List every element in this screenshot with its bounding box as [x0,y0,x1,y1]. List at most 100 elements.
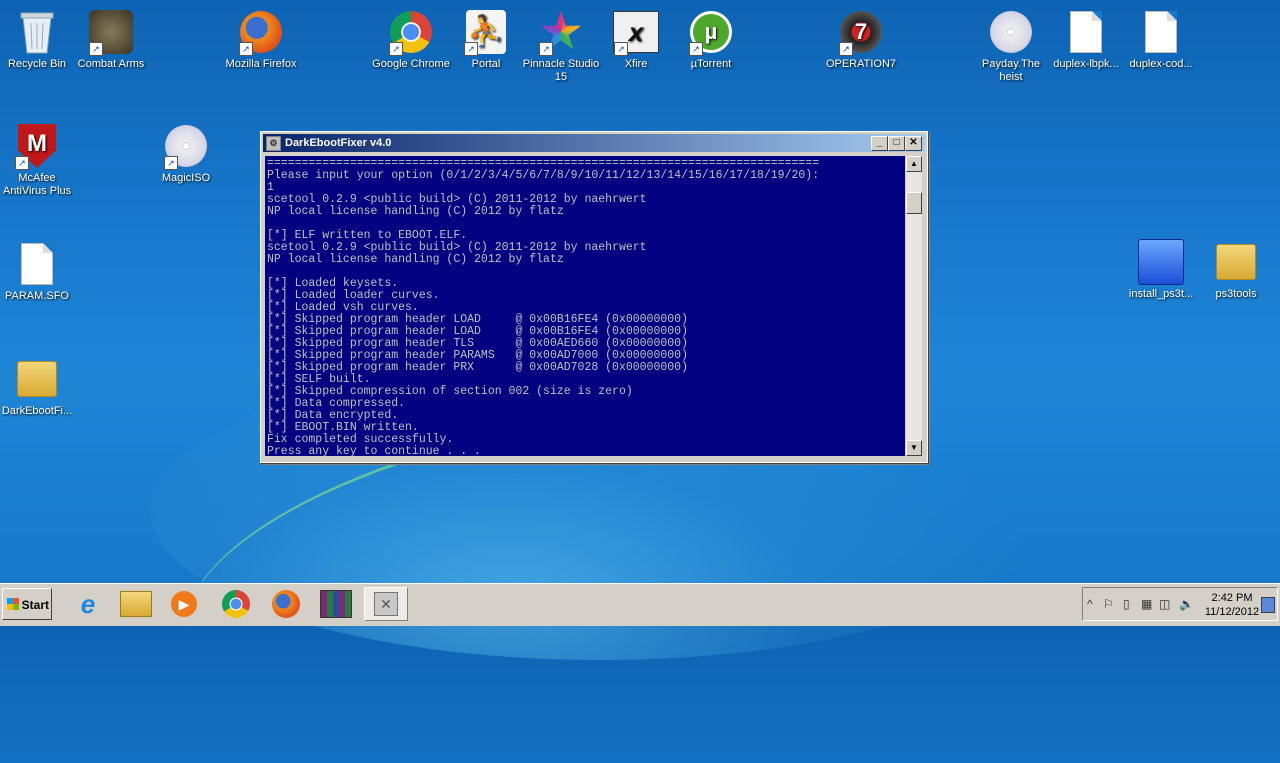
console-line: Press any key to continue . . . [267,445,481,457]
mcafee-icon: M ↗ [13,122,61,170]
close-button[interactable]: ✕ [905,136,922,151]
safely-remove-icon[interactable]: ◫ [1159,597,1170,611]
icon-label: McAfee AntiVirus Plus [2,172,72,197]
combat-arms-icon: ↗ [87,8,135,56]
taskbar-chrome[interactable] [214,587,258,621]
action-center-flag-icon[interactable]: ⚐ [1103,597,1114,611]
taskbar-media-player[interactable]: ▶ [162,587,206,621]
desktop-icon-operation7[interactable]: 7 ↗ OPERATION7 [821,8,901,71]
taskbar-winrar[interactable] [314,587,358,621]
clock[interactable]: 2:42 PM 11/12/2012 [1201,591,1263,619]
desktop-icon-pinnacle[interactable]: ↗ Pinnacle Studio 15 [521,8,601,84]
console-line: NP local license handling (C) 2012 by fl… [267,253,564,266]
disc-icon: ↗ [162,122,210,170]
shortcut-arrow-icon: ↗ [539,42,553,56]
vertical-scrollbar[interactable]: ▲ ▼ [906,156,922,456]
desktop-icon-param-sfo[interactable]: PARAM.SFO [0,240,77,303]
folder-icon [1212,238,1260,286]
show-hidden-icons-icon[interactable]: ^ [1087,597,1093,611]
taskbar-internet-explorer[interactable]: e [66,587,110,621]
chrome-icon [222,590,250,618]
scroll-up-icon[interactable]: ▲ [906,156,922,172]
maximize-button[interactable]: □ [888,136,905,151]
icon-label: Combat Arms [77,58,145,70]
console-output[interactable]: ========================================… [265,156,905,456]
desktop-icon-utorrent[interactable]: µ ↗ µTorrent [671,8,751,71]
desktop-icon-darkebootfixer[interactable]: DarkEbootFi... [0,355,77,418]
internet-explorer-icon: e [80,588,96,619]
desktop-icon-mcafee[interactable]: M ↗ McAfee AntiVirus Plus [0,122,77,198]
installer-icon [1137,238,1185,286]
icon-label: MagicISO [161,172,211,184]
taskbar-darkebootfixer[interactable]: ✕ [364,587,408,621]
scrollbar-thumb[interactable] [906,192,922,214]
taskbar-file-explorer[interactable] [114,587,158,621]
operation7-icon: 7 ↗ [837,8,885,56]
taskbar: Start e ▶ ✕ ^ ⚐ ▯ ▦ ◫ 🔈 2:42 PM 11/12/20… [0,583,1280,626]
desktop-icon-duplex-lbpk[interactable]: duplex-lbpk... [1046,8,1126,71]
chrome-icon: ↗ [387,8,435,56]
icon-label: Xfire [624,58,648,70]
desktop-icon-payday[interactable]: Payday.The heist [971,8,1051,84]
shortcut-arrow-icon: ↗ [614,42,628,56]
window-titlebar[interactable]: ⚙ DarkEbootFixer v4.0 _ □ ✕ [263,134,925,152]
file-icon [13,240,61,288]
desktop-icon-xfire[interactable]: x ↗ Xfire [596,8,676,71]
battery-icon[interactable]: ▯ [1123,597,1130,611]
desktop-icon-duplex-cod[interactable]: duplex-cod... [1121,8,1201,71]
desktop-icon-ps3tools[interactable]: ps3tools [1196,238,1276,301]
start-button[interactable]: Start [2,588,52,620]
desktop-icon-portal[interactable]: ⛹ ↗ Portal [446,8,526,71]
media-player-icon: ▶ [171,591,197,617]
file-icon [1137,8,1185,56]
darkebootfixer-icon: ✕ [374,592,398,616]
icon-label: Payday.The heist [982,58,1040,83]
start-label: Start [21,598,49,612]
winrar-icon [320,590,352,618]
desktop-icon-combat-arms[interactable]: ↗ Combat Arms [71,8,151,71]
minimize-button[interactable]: _ [871,136,888,151]
utorrent-icon: µ ↗ [687,8,735,56]
file-icon [1062,8,1110,56]
icon-label: Recycle Bin [7,58,67,70]
show-desktop-button[interactable] [1261,597,1275,613]
shortcut-arrow-icon: ↗ [164,156,178,170]
disc-icon [987,8,1035,56]
shortcut-arrow-icon: ↗ [89,42,103,56]
icon-label: PARAM.SFO [5,290,69,302]
desktop-icon-firefox[interactable]: ↗ Mozilla Firefox [221,8,301,71]
scroll-down-icon[interactable]: ▼ [906,440,922,456]
system-tray: ^ ⚐ ▯ ▦ ◫ 🔈 2:42 PM 11/12/2012 [1082,587,1278,621]
desktop-icon-install-ps3tools[interactable]: install_ps3t... [1121,238,1201,301]
shortcut-arrow-icon: ↗ [15,156,29,170]
window-title: DarkEbootFixer v4.0 [285,137,392,149]
icon-label: µTorrent [690,58,732,70]
network-icon[interactable]: ▦ [1141,597,1152,611]
icon-label: duplex-cod... [1129,58,1193,70]
clock-date: 11/12/2012 [1204,606,1260,618]
desktop-icon-chrome[interactable]: ↗ Google Chrome [371,8,451,71]
icon-label: Portal [471,58,501,70]
icon-label: install_ps3t... [1128,288,1194,300]
firefox-icon [272,590,300,618]
icon-label: duplex-lbpk... [1053,58,1119,70]
folder-icon [13,355,61,403]
console-window[interactable]: ⚙ DarkEbootFixer v4.0 _ □ ✕ ============… [260,131,928,463]
xfire-icon: x ↗ [612,8,660,56]
icon-label: ps3tools [1215,288,1257,300]
icon-label: DarkEbootFi... [1,405,73,417]
shortcut-arrow-icon: ↗ [839,42,853,56]
console-app-icon[interactable]: ⚙ [266,136,281,151]
portal-icon: ⛹ ↗ [462,8,510,56]
taskbar-firefox[interactable] [264,587,308,621]
desktop-icon-magiciso[interactable]: ↗ MagicISO [146,122,226,185]
desktop-icon-recycle-bin[interactable]: Recycle Bin [0,8,77,71]
console-line: NP local license handling (C) 2012 by fl… [267,205,564,218]
console-line: Please input your option (0/1/2/3/4/5/6/… [267,169,820,182]
firefox-icon: ↗ [237,8,285,56]
volume-icon[interactable]: 🔈 [1179,597,1194,611]
shortcut-arrow-icon: ↗ [239,42,253,56]
shortcut-arrow-icon: ↗ [689,42,703,56]
shortcut-arrow-icon: ↗ [389,42,403,56]
icon-label: OPERATION7 [825,58,897,70]
